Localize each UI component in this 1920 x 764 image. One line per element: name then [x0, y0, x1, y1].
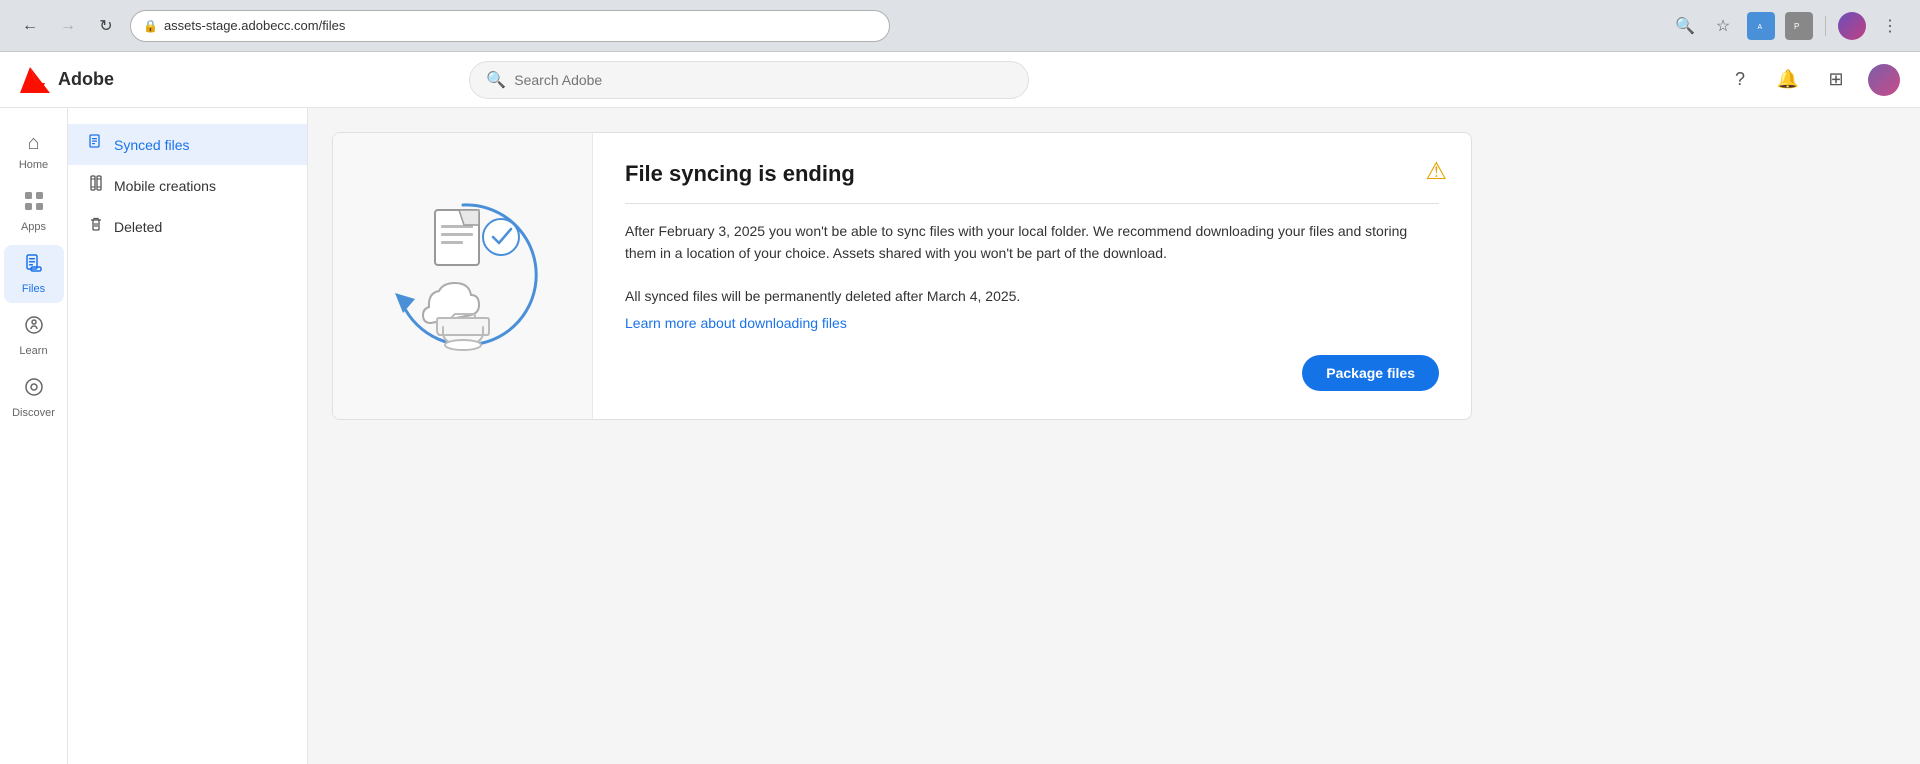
notice-footer: Package files — [625, 355, 1439, 391]
app-header: Adobe 🔍 ? 🔔 ⊞ — [0, 52, 1920, 108]
browser-address-bar[interactable]: 🔒 assets-stage.adobecc.com/files — [130, 10, 890, 42]
search-input[interactable] — [514, 72, 1012, 88]
apps-icon — [24, 191, 44, 217]
adobe-logo-icon — [20, 67, 50, 93]
browser-extension-1[interactable]: A — [1747, 12, 1775, 40]
sidebar-item-files[interactable]: Files — [4, 245, 64, 303]
main-content: ⚠ File syncing is ending After February … — [308, 108, 1920, 764]
sidebar-item-home[interactable]: ⌂ Home — [4, 124, 64, 179]
svg-text:P: P — [1794, 22, 1799, 31]
mobile-creations-label: Mobile creations — [114, 178, 216, 194]
address-security-icon: 🔒 — [143, 19, 158, 33]
search-icon: 🔍 — [486, 70, 506, 90]
mobile-creations-icon — [88, 175, 104, 196]
browser-menu-button[interactable]: ⋮ — [1876, 12, 1904, 40]
sidebar-item-files-label: Files — [22, 283, 45, 295]
adobe-logo-text: Adobe — [58, 69, 114, 90]
sidebar-item-home-label: Home — [19, 159, 48, 171]
sidebar-item-discover[interactable]: Discover — [4, 369, 64, 427]
help-button[interactable]: ? — [1724, 64, 1756, 96]
notice-body-text: After February 3, 2025 you won't be able… — [625, 220, 1439, 265]
browser-reload-button[interactable]: ↻ — [92, 12, 120, 40]
notice-illustration — [333, 133, 593, 419]
browser-chrome: ← → ↻ 🔒 assets-stage.adobecc.com/files 🔍… — [0, 0, 1920, 52]
package-files-button[interactable]: Package files — [1302, 355, 1439, 391]
synced-files-label: Synced files — [114, 137, 189, 153]
notice-body-text-secondary: All synced files will be permanently del… — [625, 285, 1439, 307]
notice-card: ⚠ File syncing is ending After February … — [332, 132, 1472, 420]
home-icon: ⌂ — [27, 132, 39, 155]
toolbar-divider — [1825, 16, 1826, 36]
adobe-logo[interactable]: Adobe — [20, 67, 114, 93]
browser-user-avatar[interactable] — [1838, 12, 1866, 40]
learn-more-link[interactable]: Learn more about downloading files — [625, 315, 847, 331]
sidebar-secondary: Synced files Mobile creations Deleted — [68, 108, 308, 764]
browser-toolbar-right: 🔍 ☆ A P ⋮ — [1671, 12, 1904, 40]
sidebar-nav: ⌂ Home Apps Files Learn Discover — [0, 108, 68, 764]
browser-extension-2[interactable]: P — [1785, 12, 1813, 40]
browser-forward-button[interactable]: → — [54, 12, 82, 40]
discover-icon — [24, 377, 44, 403]
sidebar-item-discover-label: Discover — [12, 407, 55, 419]
main-layout: ⌂ Home Apps Files Learn Discover — [0, 108, 1920, 764]
deleted-icon — [88, 216, 104, 237]
files-icon — [24, 253, 44, 279]
sidebar-item-learn[interactable]: Learn — [4, 307, 64, 365]
sidebar-item-synced-files[interactable]: Synced files — [68, 124, 307, 165]
notice-divider — [625, 203, 1439, 204]
browser-back-button[interactable]: ← — [16, 12, 44, 40]
notice-body: ⚠ File syncing is ending After February … — [593, 133, 1471, 419]
sidebar-item-mobile-creations[interactable]: Mobile creations — [68, 165, 307, 206]
warning-icon: ⚠ — [1425, 157, 1447, 186]
notice-title: File syncing is ending — [625, 161, 1439, 187]
synced-files-icon — [88, 134, 104, 155]
user-avatar[interactable] — [1868, 64, 1900, 96]
browser-zoom-button[interactable]: 🔍 — [1671, 12, 1699, 40]
sync-illustration-graphic — [363, 175, 563, 378]
header-search-bar[interactable]: 🔍 — [469, 61, 1029, 99]
deleted-label: Deleted — [114, 219, 162, 235]
sidebar-item-learn-label: Learn — [19, 345, 47, 357]
browser-bookmark-button[interactable]: ☆ — [1709, 12, 1737, 40]
sidebar-item-deleted[interactable]: Deleted — [68, 206, 307, 247]
learn-icon — [24, 315, 44, 341]
browser-url: assets-stage.adobecc.com/files — [164, 18, 345, 33]
svg-text:A: A — [1758, 24, 1763, 31]
notifications-button[interactable]: 🔔 — [1772, 64, 1804, 96]
sidebar-item-apps[interactable]: Apps — [4, 183, 64, 241]
apps-grid-button[interactable]: ⊞ — [1820, 64, 1852, 96]
sidebar-item-apps-label: Apps — [21, 221, 46, 233]
header-right-controls: ? 🔔 ⊞ — [1724, 64, 1900, 96]
